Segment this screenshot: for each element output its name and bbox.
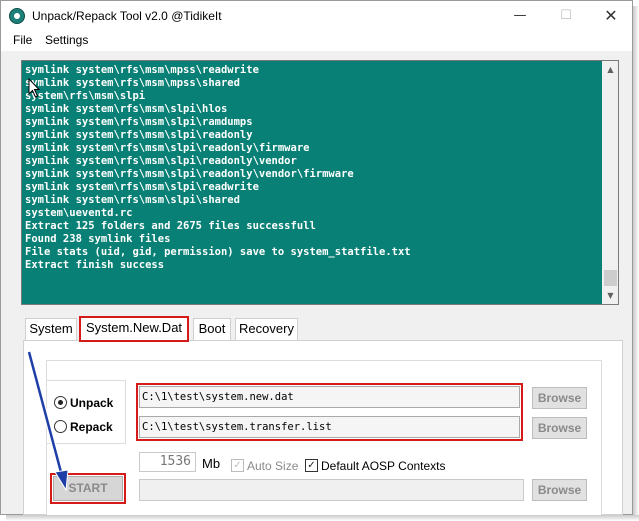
title-bar: Unpack/Repack Tool v2.0 @TidikeIt — ☐ ✕: [1, 1, 632, 31]
unpack-radio-label[interactable]: Unpack: [70, 396, 113, 410]
browse-output-button[interactable]: Browse: [532, 479, 587, 501]
annotation-highlight-paths: [136, 383, 523, 441]
menu-settings[interactable]: Settings: [45, 33, 88, 47]
log-line: Extract 125 folders and 2675 files succe…: [25, 220, 316, 232]
log-line: symlink system\rfs\msm\slpi\readonly\fir…: [25, 142, 310, 154]
window-shadow-bottom: [6, 515, 639, 521]
maximize-button[interactable]: ☐: [543, 1, 589, 31]
aosp-contexts-checkbox[interactable]: ✓: [305, 459, 318, 472]
auto-size-checkbox[interactable]: ✓: [231, 459, 244, 472]
window-title: Unpack/Repack Tool v2.0 @TidikeIt: [32, 9, 222, 23]
tab-recovery[interactable]: Recovery: [235, 318, 298, 340]
size-unit-label: Mb: [202, 456, 221, 471]
log-line: File stats (uid, gid, permission) save t…: [25, 246, 411, 258]
tab-system-new-dat[interactable]: System.New.Dat: [79, 316, 189, 342]
annotation-highlight-start: [50, 473, 126, 504]
scroll-thumb[interactable]: [604, 270, 617, 286]
unpack-radio[interactable]: [54, 396, 67, 409]
app-icon: [9, 8, 25, 24]
size-input[interactable]: 1536: [139, 452, 196, 472]
menu-bar: File Settings: [1, 31, 632, 51]
log-line: symlink system\rfs\msm\slpi\hlos: [25, 103, 228, 115]
log-line: symlink system\rfs\msm\slpi\readwrite: [25, 181, 259, 193]
log-line: symlink system\rfs\msm\slpi\shared: [25, 194, 240, 206]
browse-transfer-list-button[interactable]: Browse: [532, 417, 587, 439]
log-line: symlink system\rfs\msm\slpi\readonly: [25, 129, 253, 141]
tab-boot[interactable]: Boot: [193, 318, 231, 340]
log-line: symlink system\rfs\msm\slpi\readonly\ven…: [25, 155, 297, 167]
repack-radio[interactable]: [54, 420, 67, 433]
log-line: Found 238 symlink files: [25, 233, 171, 245]
menu-file[interactable]: File: [13, 33, 32, 47]
close-button[interactable]: ✕: [588, 1, 632, 31]
aosp-contexts-label[interactable]: Default AOSP Contexts: [321, 459, 446, 473]
mode-group: [46, 380, 126, 444]
log-line: symlink system\rfs\msm\slpi\readonly\ven…: [25, 168, 354, 180]
window-shadow-right: [633, 6, 639, 521]
log-line: symlink system\rfs\msm\mpss\shared: [25, 77, 240, 89]
repack-radio-label[interactable]: Repack: [70, 420, 113, 434]
log-line: symlink system\rfs\msm\slpi\ramdumps: [25, 116, 253, 128]
output-path-input[interactable]: [139, 479, 524, 501]
log-line: system\rfs\msm\slpi: [25, 90, 146, 102]
scroll-down-arrow-icon[interactable]: ▼: [602, 287, 618, 304]
log-scrollbar[interactable]: ▲ ▼: [602, 61, 618, 304]
auto-size-label[interactable]: Auto Size: [247, 459, 298, 473]
log-lines: symlink system\rfs\msm\mpss\readwrite sym…: [25, 64, 600, 272]
scroll-up-arrow-icon[interactable]: ▲: [602, 61, 618, 78]
log-output[interactable]: symlink system\rfs\msm\mpss\readwrite sym…: [21, 60, 619, 305]
log-line: symlink system\rfs\msm\mpss\readwrite: [25, 64, 259, 76]
browse-new-dat-button[interactable]: Browse: [532, 387, 587, 409]
log-line: Extract finish success: [25, 259, 165, 271]
tab-system[interactable]: System: [25, 318, 77, 340]
log-line: system\ueventd.rc: [25, 207, 133, 219]
minimize-button[interactable]: —: [497, 1, 543, 31]
